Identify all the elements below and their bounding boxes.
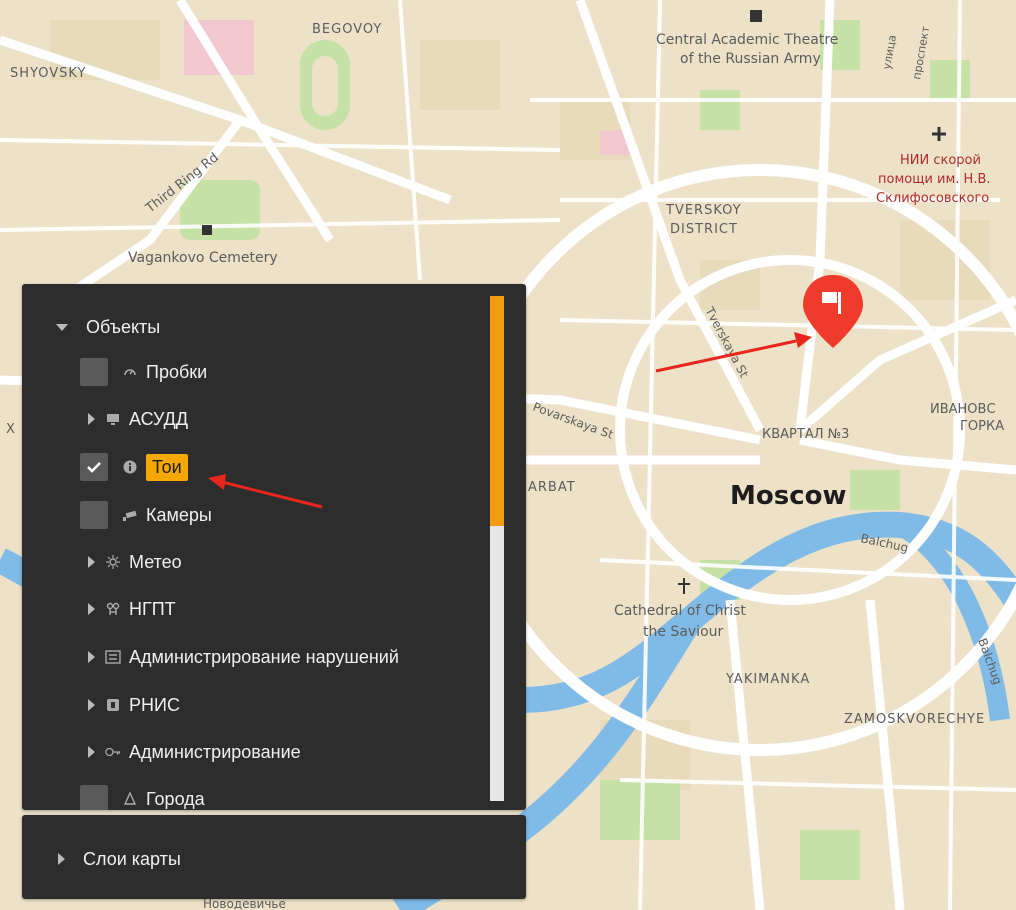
layer-item-probki[interactable]: Пробки: [80, 357, 207, 387]
bus-stop-icon: [105, 601, 121, 617]
layer-label-toi: Тои: [146, 453, 188, 481]
label-arbat: ARBAT: [528, 480, 576, 495]
label-tverskoy: TVERSKOY: [665, 203, 742, 218]
layer-label-asudd: АСУДД: [129, 408, 189, 429]
speedometer-icon: [122, 364, 138, 380]
square-icon: [105, 697, 121, 713]
checkbox-kamery[interactable]: [80, 501, 108, 529]
label-vagankovo: Vagankovo Cemetery: [128, 250, 278, 266]
key-icon: [105, 744, 121, 760]
label-begovoy: BEGOVOY: [312, 22, 382, 37]
layer-label-rnis: РНИС: [129, 694, 180, 715]
label-cut: X: [6, 422, 15, 437]
checkbox-toi[interactable]: [80, 453, 108, 481]
layer-item-goroda[interactable]: Города: [80, 784, 205, 810]
label-cathedral-2: the Saviour: [643, 624, 724, 640]
label-nii-3: Склифосовского: [876, 191, 989, 206]
monitor-icon: [105, 411, 121, 427]
layer-label-probki: Пробки: [146, 361, 208, 382]
scrollbar-thumb[interactable]: [490, 296, 504, 526]
cemetery-icon: [202, 225, 212, 235]
checkbox-probki[interactable]: [80, 358, 108, 386]
info-icon: [122, 459, 138, 475]
label-nii-2: помощи им. Н.В.: [878, 172, 991, 187]
city-icon: [122, 791, 138, 807]
layer-label-violations-admin: Администрирование нарушений: [129, 646, 399, 667]
layer-item-kamery[interactable]: Камеры: [80, 500, 212, 530]
expand-icon: [88, 746, 95, 758]
layer-label-admin: Администрирование: [129, 741, 301, 762]
layer-label-meteo: Метео: [129, 551, 182, 572]
layer-label-kamery: Камеры: [146, 504, 212, 525]
collapse-icon: [56, 323, 68, 331]
layer-item-meteo[interactable]: Метео: [88, 547, 182, 577]
label-ivanovs: ИВАНОВС: [930, 402, 996, 417]
map-layers-label: Слои карты: [83, 848, 181, 869]
label-theatre: Central Academic Theatre: [656, 32, 838, 48]
objects-header[interactable]: Объекты: [56, 312, 160, 342]
layer-label-ngpt: НГПТ: [129, 598, 176, 619]
label-nii: НИИ скорой: [900, 153, 981, 168]
objects-header-label: Объекты: [86, 316, 161, 337]
layer-item-ngpt[interactable]: НГПТ: [88, 594, 176, 624]
expand-icon: [88, 603, 95, 615]
layer-item-violations-admin[interactable]: Администрирование нарушений: [88, 642, 399, 672]
layer-item-rnis[interactable]: РНИС: [88, 690, 180, 720]
layer-item-toi[interactable]: Тои: [80, 452, 188, 482]
label-yakimanka: YAKIMANKA: [725, 672, 810, 687]
layer-item-admin[interactable]: Администрирование: [88, 737, 301, 767]
label-moscow: Moscow: [730, 481, 847, 511]
label-shyovsky: SHYOVSKY: [10, 66, 86, 81]
document-icon: [105, 649, 121, 665]
label-cathedral: Cathedral of Christ: [614, 603, 746, 619]
checkbox-goroda[interactable]: [80, 785, 108, 810]
label-tverskoy-2: DISTRICT: [670, 222, 738, 237]
checkmark-icon: [87, 462, 101, 473]
label-zamoskvorechye: ZAMOSKVORECHYE: [844, 712, 985, 727]
expand-icon: [58, 853, 65, 865]
layers-panel: Объекты Пробки АСУДД Тои Камеры Метео НГ…: [22, 284, 526, 810]
expand-icon: [88, 556, 95, 568]
expand-icon: [88, 413, 95, 425]
expand-icon: [88, 699, 95, 711]
theatre-icon: [750, 10, 762, 22]
label-kvartal: КВАРТАЛ №3: [762, 427, 849, 442]
expand-icon: [88, 651, 95, 663]
weather-icon: [105, 554, 121, 570]
map-layers-panel: Слои карты: [22, 815, 526, 899]
layer-item-asudd[interactable]: АСУДД: [88, 404, 188, 434]
map-layers-header[interactable]: Слои карты: [58, 844, 181, 874]
camera-icon: [122, 507, 138, 523]
label-theatre-2: of the Russian Army: [680, 51, 821, 67]
label-ivanovs-2: ГОРКА: [960, 419, 1004, 434]
layer-label-goroda: Города: [146, 788, 205, 809]
